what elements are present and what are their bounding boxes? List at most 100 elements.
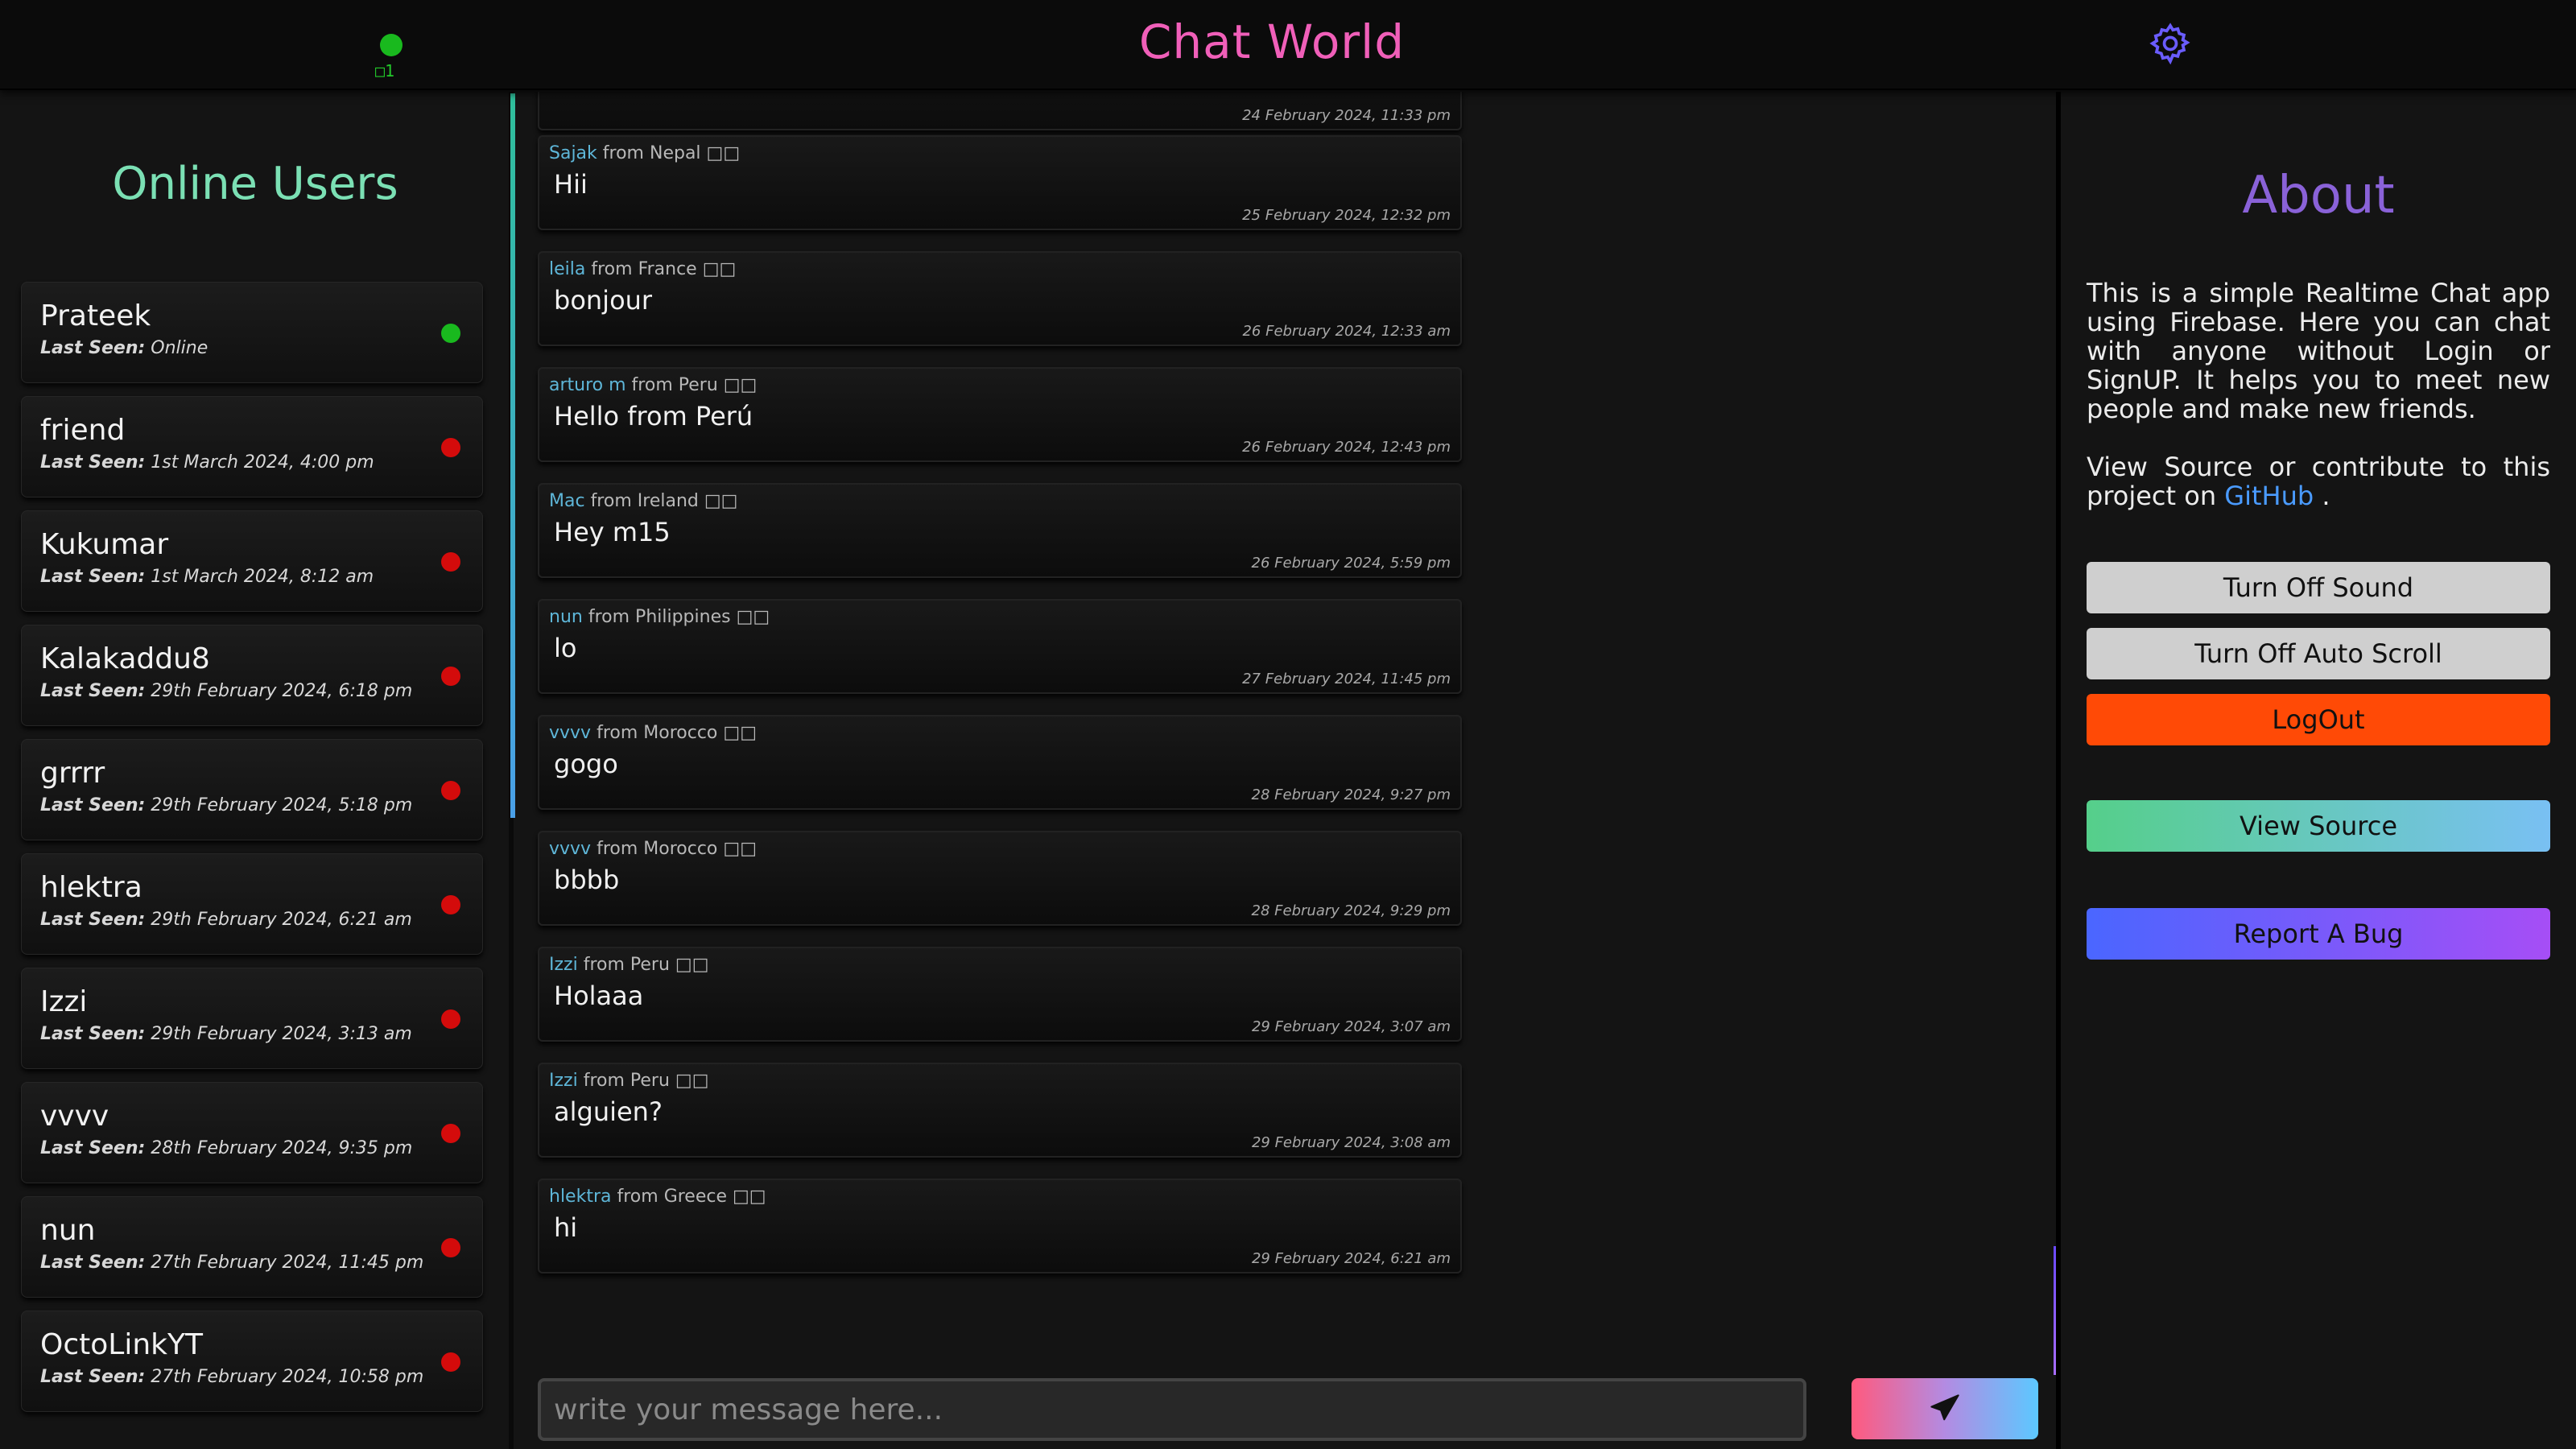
turn-off-sound-button[interactable]: Turn Off Sound [2087,562,2550,613]
message-time: 27 February 2024, 11:45 pm [1242,671,1451,687]
user-card[interactable]: Kalakaddu8 Last Seen: 29th February 2024,… [21,625,483,726]
status-dot-icon [441,1238,460,1257]
user-card[interactable]: Prateek Last Seen: Online [21,282,483,383]
message-country: Peru [630,955,670,975]
chat-message: 24 February 2024, 11:33 pm [538,92,1462,130]
message-author[interactable]: Sajak [549,143,597,163]
status-dot-icon [441,895,460,914]
message-author[interactable]: vvvv [549,723,591,743]
message-text: lo [554,633,577,663]
chat-message: Izzi from Peru □□ Holaaa 29 February 2024,… [538,947,1462,1042]
chat-messages-area[interactable]: 24 February 2024, 11:33 pm Sajak from Ne… [515,92,2056,1356]
message-time: 29 February 2024, 3:08 am [1251,1134,1451,1151]
user-name: friend [40,414,126,447]
message-country: Nepal [649,143,701,163]
view-source-button[interactable]: View Source [2087,800,2550,852]
message-country: Morocco [643,723,718,743]
online-count: □1 [375,61,395,80]
gear-icon[interactable] [2148,21,2193,66]
user-last-seen: Last Seen: 29th February 2024, 5:18 pm [40,795,413,815]
flag-icon: □□ [736,607,770,627]
message-country: Greece [663,1187,727,1207]
message-time: 26 February 2024, 12:33 am [1242,323,1451,340]
message-meta: arturo m from Peru □□ [549,375,758,395]
message-author[interactable]: Izzi [549,1071,578,1091]
message-text: Holaaa [554,980,644,1011]
user-card[interactable]: Kukumar Last Seen: 1st March 2024, 8:12 a… [21,510,483,612]
top-header: □1 Chat World [0,0,2576,90]
message-text: alguien? [554,1096,663,1127]
message-author[interactable]: nun [549,607,583,627]
user-name: nun [40,1214,96,1247]
flag-icon: □□ [704,491,738,511]
message-time: 28 February 2024, 9:29 pm [1251,902,1451,919]
user-name: Kukumar [40,528,169,561]
user-last-seen: Last Seen: 29th February 2024, 6:18 pm [40,681,413,701]
message-author[interactable]: leila [549,259,585,279]
flag-icon: □□ [723,723,757,743]
user-list: Prateek Last Seen: Online friend Last Seen:… [21,282,483,1425]
user-card[interactable]: vvvv Last Seen: 28th February 2024, 9:35 … [21,1082,483,1183]
user-last-seen: Last Seen: 27th February 2024, 10:58 pm [40,1367,424,1387]
user-card[interactable]: hlektra Last Seen: 29th February 2024, 6:… [21,853,483,955]
user-name: OctoLinkYT [40,1328,203,1361]
message-text: Hello from Perú [554,401,753,431]
message-meta: Sajak from Nepal □□ [549,143,741,163]
message-meta: leila from France □□ [549,259,737,279]
status-dot-icon [441,1009,460,1029]
message-country: Ireland [637,491,699,511]
chat-app: □1 Chat World Online Users Prateek Last S… [0,0,2576,1449]
user-card[interactable]: Izzi Last Seen: 29th February 2024, 3:13 … [21,968,483,1069]
user-card[interactable]: nun Last Seen: 27th February 2024, 11:45 … [21,1196,483,1298]
message-meta: vvvv from Morocco □□ [549,723,757,743]
status-dot-icon [441,667,460,686]
github-link[interactable]: GitHub [2224,481,2314,511]
message-country: Peru [678,375,718,395]
message-time: 24 February 2024, 11:33 pm [1242,107,1451,124]
message-author[interactable]: Izzi [549,955,578,975]
status-dot-icon [441,1352,460,1372]
message-meta: Izzi from Peru □□ [549,955,709,975]
flag-icon: □□ [723,839,757,859]
flag-icon: □□ [706,143,741,163]
online-users-heading: Online Users [112,158,398,210]
user-name: vvvv [40,1100,109,1133]
paper-plane-icon [1930,1394,1959,1421]
report-bug-button[interactable]: Report A Bug [2087,908,2550,960]
chat-message: vvvv from Morocco □□ gogo 28 February 2024… [538,715,1462,810]
chat-message: Izzi from Peru □□ alguien? 29 February 202… [538,1063,1462,1158]
chat-message: arturo m from Peru □□ Hello from Perú 26 F… [538,367,1462,462]
user-last-seen: Last Seen: 29th February 2024, 6:21 am [40,910,412,930]
message-text: bbbb [554,865,620,895]
message-time: 26 February 2024, 12:43 pm [1242,439,1451,456]
user-card[interactable]: friend Last Seen: 1st March 2024, 4:00 pm [21,396,483,497]
message-time: 29 February 2024, 3:07 am [1251,1018,1451,1035]
message-text: gogo [554,749,618,779]
status-dot-icon [441,1124,460,1143]
message-author[interactable]: Mac [549,491,585,511]
message-meta: Mac from Ireland □□ [549,491,738,511]
message-time: 28 February 2024, 9:27 pm [1251,786,1451,803]
about-panel: About This is a simple Realtime Chat app… [2061,92,2576,1449]
chat-message: vvvv from Morocco □□ bbbb 28 February 2024… [538,831,1462,926]
chat-message: Sajak from Nepal □□ Hii 25 February 2024, … [538,135,1462,230]
message-country: Morocco [643,839,718,859]
app-title: Chat World [1138,14,1406,69]
logout-button[interactable]: LogOut [2087,694,2550,745]
message-author[interactable]: vvvv [549,839,591,859]
send-button[interactable] [1852,1378,2038,1439]
message-author[interactable]: hlektra [549,1187,611,1207]
message-meta: hlektra from Greece □□ [549,1187,766,1207]
user-last-seen: Last Seen: 27th February 2024, 11:45 pm [40,1253,424,1273]
message-author[interactable]: arturo m [549,375,626,395]
online-status-icon [380,34,402,56]
turn-off-auto-scroll-button[interactable]: Turn Off Auto Scroll [2087,628,2550,679]
user-name: Prateek [40,299,151,332]
user-name: grrrr [40,757,105,790]
user-card[interactable]: grrrr Last Seen: 29th February 2024, 5:18… [21,739,483,840]
user-card[interactable]: OctoLinkYT Last Seen: 27th February 2024,… [21,1311,483,1412]
message-input[interactable] [538,1378,1806,1441]
about-description: This is a simple Realtime Chat app using… [2087,278,2550,424]
user-last-seen: Last Seen: 28th February 2024, 9:35 pm [40,1138,413,1158]
message-country: Peru [630,1071,670,1091]
